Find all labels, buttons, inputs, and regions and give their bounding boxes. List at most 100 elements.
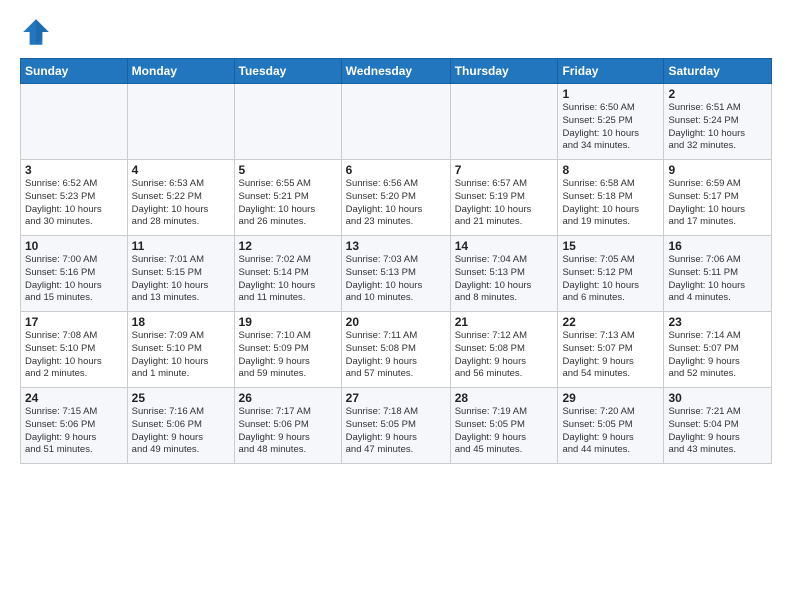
calendar-cell: 14Sunrise: 7:04 AM Sunset: 5:13 PM Dayli… <box>450 236 558 312</box>
calendar-cell: 29Sunrise: 7:20 AM Sunset: 5:05 PM Dayli… <box>558 388 664 464</box>
day-number: 9 <box>668 163 767 177</box>
day-info: Sunrise: 7:04 AM Sunset: 5:13 PM Dayligh… <box>455 254 554 305</box>
day-number: 1 <box>562 87 659 101</box>
day-number: 6 <box>346 163 446 177</box>
logo-icon <box>20 16 52 48</box>
day-number: 18 <box>132 315 230 329</box>
calendar-cell <box>450 84 558 160</box>
day-number: 14 <box>455 239 554 253</box>
day-number: 17 <box>25 315 123 329</box>
day-info: Sunrise: 7:18 AM Sunset: 5:05 PM Dayligh… <box>346 406 446 457</box>
calendar-cell: 8Sunrise: 6:58 AM Sunset: 5:18 PM Daylig… <box>558 160 664 236</box>
day-number: 27 <box>346 391 446 405</box>
day-number: 22 <box>562 315 659 329</box>
day-number: 16 <box>668 239 767 253</box>
day-info: Sunrise: 7:12 AM Sunset: 5:08 PM Dayligh… <box>455 330 554 381</box>
day-number: 23 <box>668 315 767 329</box>
calendar-cell: 13Sunrise: 7:03 AM Sunset: 5:13 PM Dayli… <box>341 236 450 312</box>
calendar-cell: 15Sunrise: 7:05 AM Sunset: 5:12 PM Dayli… <box>558 236 664 312</box>
calendar-cell: 5Sunrise: 6:55 AM Sunset: 5:21 PM Daylig… <box>234 160 341 236</box>
calendar-cell: 23Sunrise: 7:14 AM Sunset: 5:07 PM Dayli… <box>664 312 772 388</box>
weekday-header: Friday <box>558 59 664 84</box>
day-info: Sunrise: 7:06 AM Sunset: 5:11 PM Dayligh… <box>668 254 767 305</box>
day-info: Sunrise: 6:58 AM Sunset: 5:18 PM Dayligh… <box>562 178 659 229</box>
day-number: 29 <box>562 391 659 405</box>
weekday-header: Saturday <box>664 59 772 84</box>
day-number: 28 <box>455 391 554 405</box>
calendar-cell: 22Sunrise: 7:13 AM Sunset: 5:07 PM Dayli… <box>558 312 664 388</box>
calendar-table: SundayMondayTuesdayWednesdayThursdayFrid… <box>20 58 772 464</box>
day-info: Sunrise: 6:50 AM Sunset: 5:25 PM Dayligh… <box>562 102 659 153</box>
logo <box>20 16 56 48</box>
day-info: Sunrise: 7:01 AM Sunset: 5:15 PM Dayligh… <box>132 254 230 305</box>
day-info: Sunrise: 6:53 AM Sunset: 5:22 PM Dayligh… <box>132 178 230 229</box>
day-info: Sunrise: 7:09 AM Sunset: 5:10 PM Dayligh… <box>132 330 230 381</box>
day-number: 25 <box>132 391 230 405</box>
calendar-cell: 9Sunrise: 6:59 AM Sunset: 5:17 PM Daylig… <box>664 160 772 236</box>
day-info: Sunrise: 7:20 AM Sunset: 5:05 PM Dayligh… <box>562 406 659 457</box>
calendar-week-row: 17Sunrise: 7:08 AM Sunset: 5:10 PM Dayli… <box>21 312 772 388</box>
day-number: 21 <box>455 315 554 329</box>
weekday-header: Thursday <box>450 59 558 84</box>
calendar-header-row: SundayMondayTuesdayWednesdayThursdayFrid… <box>21 59 772 84</box>
calendar-week-row: 3Sunrise: 6:52 AM Sunset: 5:23 PM Daylig… <box>21 160 772 236</box>
calendar-body: 1Sunrise: 6:50 AM Sunset: 5:25 PM Daylig… <box>21 84 772 464</box>
calendar-cell: 27Sunrise: 7:18 AM Sunset: 5:05 PM Dayli… <box>341 388 450 464</box>
day-number: 10 <box>25 239 123 253</box>
day-number: 11 <box>132 239 230 253</box>
weekday-header: Sunday <box>21 59 128 84</box>
day-number: 26 <box>239 391 337 405</box>
day-info: Sunrise: 6:59 AM Sunset: 5:17 PM Dayligh… <box>668 178 767 229</box>
day-number: 19 <box>239 315 337 329</box>
calendar-cell: 4Sunrise: 6:53 AM Sunset: 5:22 PM Daylig… <box>127 160 234 236</box>
header <box>20 16 772 48</box>
day-number: 20 <box>346 315 446 329</box>
calendar-cell: 24Sunrise: 7:15 AM Sunset: 5:06 PM Dayli… <box>21 388 128 464</box>
day-info: Sunrise: 7:16 AM Sunset: 5:06 PM Dayligh… <box>132 406 230 457</box>
calendar-week-row: 10Sunrise: 7:00 AM Sunset: 5:16 PM Dayli… <box>21 236 772 312</box>
calendar-week-row: 1Sunrise: 6:50 AM Sunset: 5:25 PM Daylig… <box>21 84 772 160</box>
day-number: 2 <box>668 87 767 101</box>
day-info: Sunrise: 6:52 AM Sunset: 5:23 PM Dayligh… <box>25 178 123 229</box>
day-info: Sunrise: 7:08 AM Sunset: 5:10 PM Dayligh… <box>25 330 123 381</box>
day-number: 8 <box>562 163 659 177</box>
calendar-cell: 30Sunrise: 7:21 AM Sunset: 5:04 PM Dayli… <box>664 388 772 464</box>
calendar-cell: 7Sunrise: 6:57 AM Sunset: 5:19 PM Daylig… <box>450 160 558 236</box>
calendar-cell: 25Sunrise: 7:16 AM Sunset: 5:06 PM Dayli… <box>127 388 234 464</box>
calendar-cell: 10Sunrise: 7:00 AM Sunset: 5:16 PM Dayli… <box>21 236 128 312</box>
day-info: Sunrise: 7:19 AM Sunset: 5:05 PM Dayligh… <box>455 406 554 457</box>
day-number: 7 <box>455 163 554 177</box>
day-info: Sunrise: 7:03 AM Sunset: 5:13 PM Dayligh… <box>346 254 446 305</box>
calendar-cell: 19Sunrise: 7:10 AM Sunset: 5:09 PM Dayli… <box>234 312 341 388</box>
calendar-cell: 1Sunrise: 6:50 AM Sunset: 5:25 PM Daylig… <box>558 84 664 160</box>
day-info: Sunrise: 7:13 AM Sunset: 5:07 PM Dayligh… <box>562 330 659 381</box>
calendar-cell: 11Sunrise: 7:01 AM Sunset: 5:15 PM Dayli… <box>127 236 234 312</box>
weekday-header: Tuesday <box>234 59 341 84</box>
calendar-cell <box>127 84 234 160</box>
calendar-cell <box>21 84 128 160</box>
day-number: 15 <box>562 239 659 253</box>
calendar-cell: 2Sunrise: 6:51 AM Sunset: 5:24 PM Daylig… <box>664 84 772 160</box>
day-info: Sunrise: 6:57 AM Sunset: 5:19 PM Dayligh… <box>455 178 554 229</box>
day-info: Sunrise: 7:17 AM Sunset: 5:06 PM Dayligh… <box>239 406 337 457</box>
calendar-cell: 20Sunrise: 7:11 AM Sunset: 5:08 PM Dayli… <box>341 312 450 388</box>
day-info: Sunrise: 7:15 AM Sunset: 5:06 PM Dayligh… <box>25 406 123 457</box>
calendar-cell: 17Sunrise: 7:08 AM Sunset: 5:10 PM Dayli… <box>21 312 128 388</box>
day-number: 3 <box>25 163 123 177</box>
calendar-cell: 18Sunrise: 7:09 AM Sunset: 5:10 PM Dayli… <box>127 312 234 388</box>
day-info: Sunrise: 6:55 AM Sunset: 5:21 PM Dayligh… <box>239 178 337 229</box>
weekday-header: Monday <box>127 59 234 84</box>
weekday-header: Wednesday <box>341 59 450 84</box>
calendar-cell: 28Sunrise: 7:19 AM Sunset: 5:05 PM Dayli… <box>450 388 558 464</box>
day-info: Sunrise: 6:51 AM Sunset: 5:24 PM Dayligh… <box>668 102 767 153</box>
calendar-cell: 16Sunrise: 7:06 AM Sunset: 5:11 PM Dayli… <box>664 236 772 312</box>
calendar-cell: 26Sunrise: 7:17 AM Sunset: 5:06 PM Dayli… <box>234 388 341 464</box>
day-info: Sunrise: 7:10 AM Sunset: 5:09 PM Dayligh… <box>239 330 337 381</box>
calendar-cell: 21Sunrise: 7:12 AM Sunset: 5:08 PM Dayli… <box>450 312 558 388</box>
day-number: 30 <box>668 391 767 405</box>
day-number: 5 <box>239 163 337 177</box>
day-info: Sunrise: 6:56 AM Sunset: 5:20 PM Dayligh… <box>346 178 446 229</box>
day-info: Sunrise: 7:00 AM Sunset: 5:16 PM Dayligh… <box>25 254 123 305</box>
calendar-cell: 12Sunrise: 7:02 AM Sunset: 5:14 PM Dayli… <box>234 236 341 312</box>
day-number: 13 <box>346 239 446 253</box>
